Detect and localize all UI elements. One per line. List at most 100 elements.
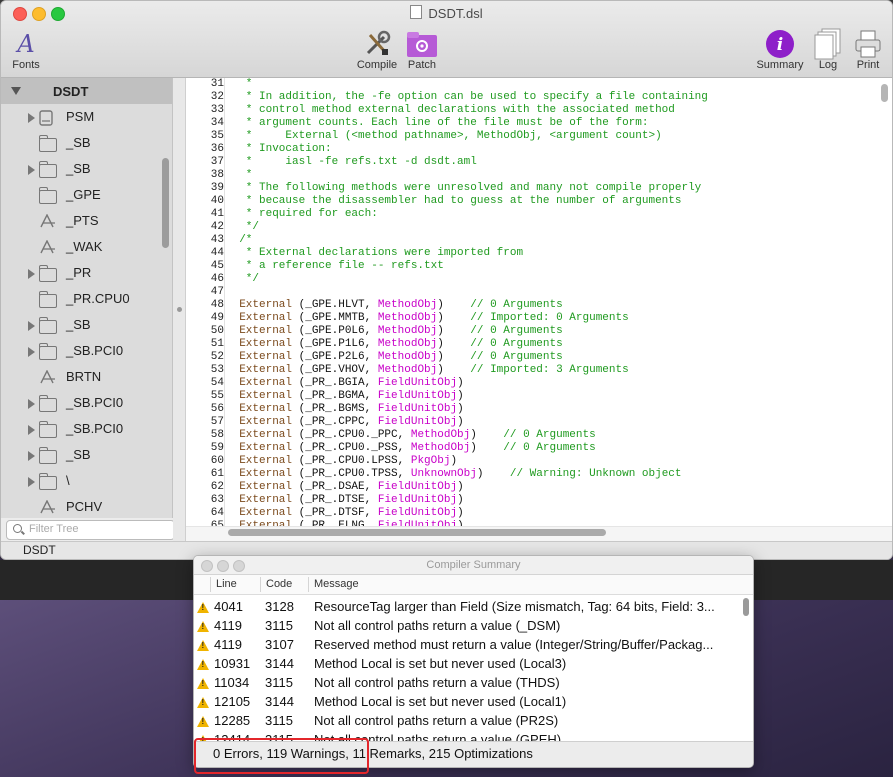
disclosure-closed-icon[interactable] <box>28 165 35 175</box>
tree-item[interactable]: _PR.CPU0 <box>1 286 172 312</box>
table-row[interactable]: 12285 3115 Not all control paths return a … <box>194 711 739 730</box>
print-button[interactable]: Print <box>853 29 883 71</box>
code-line[interactable]: External (_PR_.CPU0.LPSS, PkgObj) <box>226 455 457 468</box>
message-cell: Not all control paths return a value (TH… <box>314 675 560 690</box>
code-line[interactable]: External (_GPE.HLVT, MethodObj) // 0 Arg… <box>226 299 563 312</box>
disclosure-closed-icon[interactable] <box>28 477 35 487</box>
tree-item[interactable]: PSM <box>1 104 172 130</box>
code-line[interactable]: External (_PR_.DSAE, FieldUnitObj) <box>226 481 463 494</box>
tree-item[interactable]: _SB.PCI0 <box>1 338 172 364</box>
code-line[interactable]: External (_GPE.MMTB, MethodObj) // Impor… <box>226 312 629 325</box>
disclosure-open-icon[interactable] <box>11 87 21 95</box>
table-row[interactable]: 4041 3128 ResourceTag larger than Field (S… <box>194 597 739 616</box>
code-line[interactable]: External (_PR_.BGMA, FieldUnitObj) <box>226 390 463 403</box>
patch-button[interactable]: Patch <box>405 29 439 71</box>
disclosure-closed-icon[interactable] <box>28 347 35 357</box>
code-line[interactable]: External (_PR_.BGIA, FieldUnitObj) <box>226 377 463 390</box>
code-line[interactable]: External (_GPE.P2L6, MethodObj) // 0 Arg… <box>226 351 563 364</box>
code-line[interactable]: * <box>226 169 253 182</box>
line-number: 43 <box>210 234 224 246</box>
line-number: 40 <box>210 195 224 207</box>
summary-zoom-button[interactable] <box>233 560 245 572</box>
line-number: 58 <box>210 429 224 441</box>
code-line[interactable]: External (_GPE.P0L6, MethodObj) // 0 Arg… <box>226 325 563 338</box>
message-cell: Reserved method must return a value (Int… <box>314 637 714 652</box>
code-cell: 3128 <box>265 599 294 614</box>
tree-item[interactable]: PCHV <box>1 494 172 520</box>
code-line[interactable]: External (_PR_.DTSF, FieldUnitObj) <box>226 507 463 520</box>
summary-scrollbar[interactable] <box>743 598 749 616</box>
tree-item[interactable]: _PR <box>1 260 172 286</box>
code-line[interactable]: External (_GPE.P1L6, MethodObj) // 0 Arg… <box>226 338 563 351</box>
code-token: (_PR_.BGMS, <box>292 403 378 415</box>
code-line[interactable]: External (_GPE.VHOV, MethodObj) // Impor… <box>226 364 629 377</box>
fonts-button[interactable]: A Fonts <box>9 29 43 71</box>
disclosure-closed-icon[interactable] <box>28 399 35 409</box>
log-label: Log <box>818 59 838 71</box>
folder-icon <box>39 421 57 438</box>
sidebar-scrollbar[interactable] <box>162 158 169 248</box>
code-editor[interactable]: 31 * 32 * In addition, the -fe option can… <box>186 78 892 526</box>
column-header-code[interactable]: Code <box>266 578 292 590</box>
summary-close-button[interactable] <box>201 560 213 572</box>
editor-vertical-scrollbar[interactable] <box>881 84 888 102</box>
code-token: MethodObj <box>410 429 471 441</box>
disclosure-closed-icon[interactable] <box>28 321 35 331</box>
code-line[interactable]: * a reference file -- refs.txt <box>226 260 444 273</box>
code-line[interactable]: * External declarations were imported fr… <box>226 247 523 260</box>
column-header-message[interactable]: Message <box>314 578 359 590</box>
table-row[interactable]: 12105 3144 Method Local is set but never u… <box>194 692 739 711</box>
tree-root-dsdt[interactable]: DSDT <box>1 78 172 104</box>
code-token: * required for each: <box>226 208 378 220</box>
tree-item[interactable]: BRTN <box>1 364 172 390</box>
tree-item[interactable]: _SB.PCI0 <box>1 416 172 442</box>
code-line[interactable]: * The following methods were unresolved … <box>226 182 701 195</box>
code-line[interactable]: * In addition, the -fe option can be use… <box>226 91 708 104</box>
method-icon <box>39 369 57 384</box>
summary-button[interactable]: i Summary <box>753 29 807 71</box>
code-line[interactable]: External (_PR_.CPU0._PPC, MethodObj) // … <box>226 429 596 442</box>
disclosure-closed-icon[interactable] <box>28 269 35 279</box>
code-line[interactable]: External (_PR_.BGMS, FieldUnitObj) <box>226 403 463 416</box>
code-line[interactable]: * <box>226 78 253 91</box>
editor-horizontal-scrollbar[interactable] <box>228 529 606 536</box>
tree-item[interactable]: \ <box>1 468 172 494</box>
code-line[interactable]: External (_PR_.CPU0.TPSS, UnknownObj) //… <box>226 468 681 481</box>
code-line[interactable]: /* <box>226 234 252 247</box>
log-button[interactable]: Log <box>813 28 843 71</box>
code-token: MethodObj <box>377 312 438 324</box>
code-line[interactable]: * External (<method pathname>, MethodObj… <box>226 130 662 143</box>
tree-item[interactable]: _WAK <box>1 234 172 260</box>
compile-button[interactable]: Compile <box>354 29 400 71</box>
tree-item[interactable]: _SB <box>1 312 172 338</box>
table-row[interactable]: 4119 3115 Not all control paths return a v… <box>194 616 739 635</box>
disclosure-closed-icon[interactable] <box>28 451 35 461</box>
disclosure-closed-icon[interactable] <box>28 113 35 123</box>
code-line[interactable]: * Invocation: <box>226 143 332 156</box>
summary-minimize-button[interactable] <box>217 560 229 572</box>
tree-item[interactable]: _SB <box>1 130 172 156</box>
tree-item[interactable]: _GPE <box>1 182 172 208</box>
disclosure-closed-icon[interactable] <box>28 425 35 435</box>
tree-item[interactable]: _SB.PCI0 <box>1 390 172 416</box>
tree-item[interactable]: _SB <box>1 442 172 468</box>
code-line[interactable]: * required for each: <box>226 208 378 221</box>
column-header-line[interactable]: Line <box>216 578 237 590</box>
code-line[interactable]: * iasl -fe refs.txt -d dsdt.aml <box>226 156 477 169</box>
code-line[interactable]: External (_PR_.DTSE, FieldUnitObj) <box>226 494 463 507</box>
code-line[interactable]: */ <box>226 273 259 286</box>
code-line[interactable]: External (_PR_.CPPC, FieldUnitObj) <box>226 416 463 429</box>
line-number: 50 <box>210 325 224 337</box>
code-line[interactable]: */ <box>226 221 259 234</box>
split-handle-icon[interactable] <box>177 307 182 312</box>
code-line[interactable]: * control method external declarations w… <box>226 104 675 117</box>
filter-tree-input[interactable]: Filter Tree <box>6 520 175 540</box>
code-line[interactable]: * because the disassembler had to guess … <box>226 195 682 208</box>
tree-item[interactable]: _PTS <box>1 208 172 234</box>
tree-item[interactable]: _SB <box>1 156 172 182</box>
table-row[interactable]: 4119 3107 Reserved method must return a va… <box>194 635 739 654</box>
table-row[interactable]: 10931 3144 Method Local is set but never u… <box>194 654 739 673</box>
code-line[interactable]: * argument counts. Each line of the file… <box>226 117 649 130</box>
code-line[interactable]: External (_PR_.CPU0._PSS, MethodObj) // … <box>226 442 596 455</box>
table-row[interactable]: 11034 3115 Not all control paths return a … <box>194 673 739 692</box>
